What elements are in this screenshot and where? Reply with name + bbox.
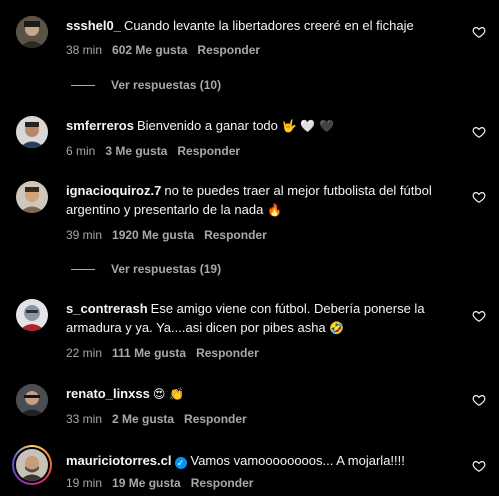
comment-likes[interactable]: 602 Me gusta — [112, 43, 187, 57]
avatar[interactable] — [16, 299, 48, 331]
heart-outline-icon[interactable] — [472, 393, 486, 407]
heart-outline-icon[interactable] — [472, 125, 486, 139]
comment-emojis: 🤟 🤍 🖤 — [281, 119, 334, 133]
view-replies-button[interactable]: Ver respuestas (19) — [71, 261, 221, 277]
comment-time[interactable]: 19 min — [66, 476, 102, 490]
comment-meta: 38 min 602 Me gusta Responder — [66, 42, 459, 58]
heart-outline-icon[interactable] — [472, 459, 486, 473]
comment-username[interactable]: ignacioquiroz.7 — [66, 183, 161, 198]
comment-text: mauriciotorres.cl ✓ Vamos vamoooooooos... … — [66, 451, 459, 470]
avatar — [16, 449, 48, 481]
replies-divider — [71, 269, 95, 271]
reply-button[interactable]: Responder — [196, 346, 259, 360]
heart-outline-icon[interactable] — [472, 25, 486, 39]
comment-meta: 22 min 111 Me gusta Responder — [66, 345, 459, 361]
comment-likes[interactable]: 1920 Me gusta — [112, 228, 194, 242]
comment-time[interactable]: 33 min — [66, 412, 102, 426]
comment-username[interactable]: s_contrerash — [66, 301, 148, 316]
avatar[interactable] — [16, 16, 48, 48]
avatar[interactable] — [16, 384, 48, 416]
avatar[interactable] — [16, 116, 48, 148]
comment-time[interactable]: 39 min — [66, 228, 102, 242]
comment-username[interactable]: renato_linxss — [66, 386, 150, 401]
comment-likes[interactable]: 111 Me gusta — [112, 346, 186, 360]
comment-body: Vamos vamoooooooos... A mojarla!!!! — [190, 453, 405, 468]
view-replies-button[interactable]: Ver respuestas (10) — [71, 77, 221, 93]
comment-text: ignacioquiroz.7 no te puedes traer al mej… — [66, 181, 459, 220]
comment-meta: 33 min 2 Me gusta Responder — [66, 411, 459, 427]
comment-meta: 6 min 3 Me gusta Responder — [66, 143, 459, 159]
comment-likes[interactable]: 3 Me gusta — [105, 144, 167, 158]
comment-text: smferreros Bienvenido a ganar todo 🤟 🤍 🖤 — [66, 116, 459, 136]
avatar[interactable] — [16, 181, 48, 213]
comment-time[interactable]: 6 min — [66, 144, 95, 158]
comment-time[interactable]: 38 min — [66, 43, 102, 57]
comment-likes[interactable]: 19 Me gusta — [112, 476, 181, 490]
replies-divider — [71, 85, 95, 87]
comment-text: s_contrerash Ese amigo viene con fútbol. … — [66, 299, 459, 338]
comment-text: renato_linxss 😍 👏 — [66, 384, 459, 404]
comment-emojis: 🤣 — [329, 321, 345, 335]
comment-text: ssshel0_ Cuando levante la libertadores c… — [66, 16, 459, 35]
view-replies-label: Ver respuestas (10) — [111, 78, 222, 92]
reply-button[interactable]: Responder — [204, 228, 267, 242]
comment-meta: 19 min 19 Me gusta Responder — [66, 475, 459, 491]
comment-body: Cuando levante la libertadores creeré en… — [123, 18, 414, 33]
comment-emojis: 🔥 — [266, 203, 282, 217]
comment-username[interactable]: smferreros — [66, 118, 134, 133]
reply-button[interactable]: Responder — [184, 412, 247, 426]
heart-outline-icon[interactable] — [472, 190, 486, 204]
comment-meta: 39 min 1920 Me gusta Responder — [66, 227, 459, 243]
comment-body: Bienvenido a ganar todo — [136, 118, 278, 133]
comment-time[interactable]: 22 min — [66, 346, 102, 360]
story-ring[interactable] — [12, 445, 52, 485]
reply-button[interactable]: Responder — [197, 43, 260, 57]
comment-likes[interactable]: 2 Me gusta — [112, 412, 174, 426]
comment-username[interactable]: mauriciotorres.cl — [66, 453, 172, 468]
verified-badge-icon: ✓ — [174, 457, 187, 469]
heart-outline-icon[interactable] — [472, 309, 486, 323]
view-replies-label: Ver respuestas (19) — [111, 262, 222, 276]
reply-button[interactable]: Responder — [191, 476, 254, 490]
comment-username[interactable]: ssshel0_ — [66, 18, 121, 33]
reply-button[interactable]: Responder — [177, 144, 240, 158]
comment-emojis: 😍 👏 — [152, 387, 185, 401]
